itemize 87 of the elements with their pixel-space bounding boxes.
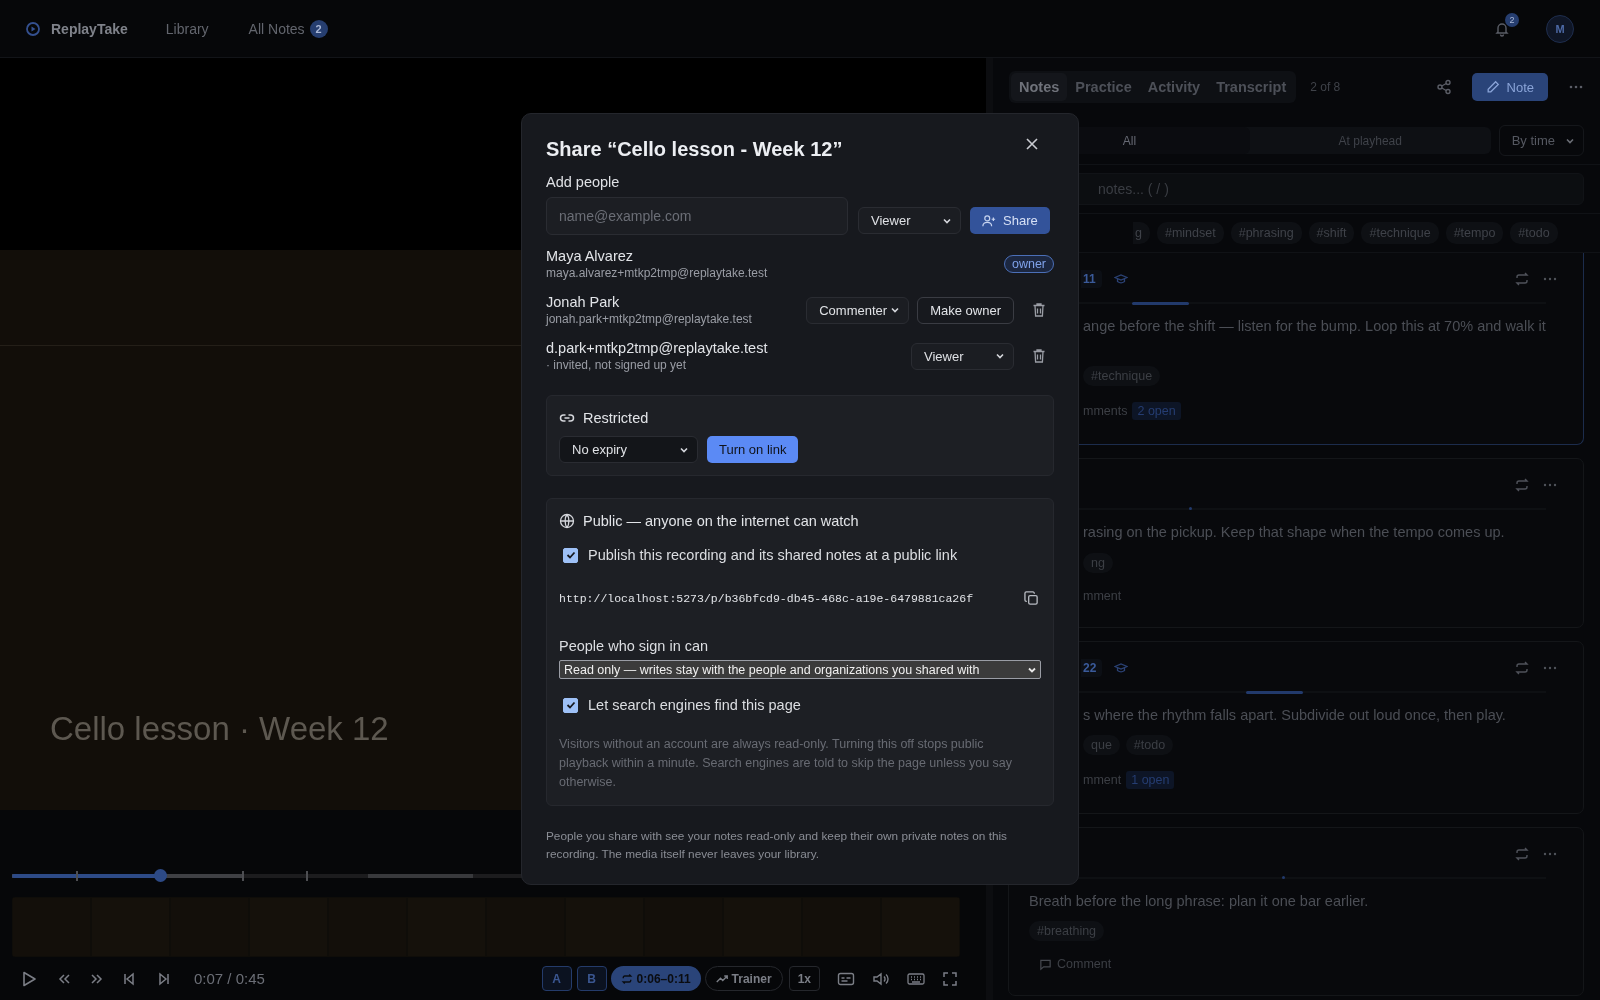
checkbox-label: Publish this recording and its shared notes at a public link xyxy=(588,547,958,563)
volume-icon[interactable] xyxy=(872,970,890,987)
checkbox-label: Let search engines find this page xyxy=(588,697,801,713)
bell-icon[interactable] xyxy=(1494,20,1510,37)
invite-status: · invited, not signed up yet xyxy=(546,358,688,372)
point-marker xyxy=(1189,507,1193,511)
range-marker xyxy=(1132,302,1190,305)
notification-badge: 2 xyxy=(1505,12,1519,27)
nav-link[interactable]: Library xyxy=(165,20,209,37)
play-logo-icon xyxy=(25,20,41,37)
keyboard-icon[interactable] xyxy=(907,970,925,987)
turn-on-link-button[interactable]: Turn on link xyxy=(707,436,799,463)
trend-icon xyxy=(715,972,728,985)
person-name: Maya Alvarez xyxy=(546,248,635,264)
tab[interactable]: Activity xyxy=(1139,73,1209,101)
comments-link[interactable]: mment xyxy=(1083,772,1122,787)
timestamp[interactable]: 22 xyxy=(1081,658,1103,677)
person-name: Jonah Park xyxy=(546,294,621,310)
share-icon[interactable] xyxy=(1435,79,1452,95)
public-url: http://localhost:5273/p/b36bfcd9-db45-468c-a19e-6479881ca26f xyxy=(559,592,974,605)
note-text: ange before the shift — listen for the bump. Loop this at 70% and walk it xyxy=(1083,317,1547,336)
repeat-icon[interactable] xyxy=(1514,845,1530,862)
pencil-icon xyxy=(1485,80,1500,94)
person-email: maya.alvarez+mtkp2tmp@replaytake.test xyxy=(546,266,769,280)
checkbox[interactable] xyxy=(563,697,578,713)
role-select[interactable]: Commenter xyxy=(806,296,910,324)
count-badge: 2 xyxy=(309,19,328,38)
checkmark-icon xyxy=(565,550,576,560)
new-note-button[interactable]: Note xyxy=(1471,73,1548,101)
sort-select[interactable]: By time xyxy=(1498,125,1584,156)
loop-end-button[interactable]: B xyxy=(576,966,607,991)
copy-icon[interactable] xyxy=(1024,591,1039,606)
checkmark-icon xyxy=(565,700,576,710)
field-label: People who sign in can xyxy=(559,638,710,654)
trash-icon[interactable] xyxy=(1032,302,1046,318)
comments-link[interactable]: mments xyxy=(1083,404,1128,419)
loop-start-button[interactable]: A xyxy=(541,966,572,991)
app-name[interactable]: ReplayTake xyxy=(51,20,128,37)
comments-link[interactable]: mment xyxy=(1083,588,1122,603)
section-label: Add people xyxy=(546,174,621,190)
owner-badge: owner xyxy=(1003,255,1054,273)
role-select[interactable]: Viewer xyxy=(858,207,961,234)
chevron-down-icon xyxy=(890,305,901,315)
timestamp[interactable]: 11 xyxy=(1081,270,1102,288)
public-title: Public — anyone on the internet can watch xyxy=(583,513,859,529)
seek-thumb[interactable] xyxy=(153,869,167,882)
open-count-badge: 1 open xyxy=(1126,770,1175,789)
fullscreen-icon[interactable] xyxy=(942,970,958,987)
repeat-icon[interactable] xyxy=(1514,271,1530,287)
repeat-icon[interactable] xyxy=(1514,659,1530,676)
note-text: s where the rhythm falls apart. Subdivide out loud once, then play. xyxy=(1083,705,1507,725)
open-count-badge: 2 open xyxy=(1132,402,1181,421)
person-email: jonah.park+mtkp2tmp@replaytake.test xyxy=(546,312,753,326)
note-text: rasing on the pickup. Keep that shape when the tempo comes up. xyxy=(1083,523,1506,543)
checkbox[interactable] xyxy=(563,547,578,563)
add-person-icon xyxy=(982,213,996,228)
comments-link[interactable]: Comment xyxy=(1057,957,1112,972)
make-owner-button[interactable]: Make owner xyxy=(917,296,1014,324)
globe-icon xyxy=(559,513,575,529)
invited-email: d.park+mtkp2tmp@replaytake.test xyxy=(546,340,769,356)
note-text: Breath before the long phrase: plan it one bar earlier. xyxy=(1029,891,1370,911)
chevron-down-icon xyxy=(995,351,1005,361)
permission-select[interactable]: Read only — writes stay with the people and organizations you shared with xyxy=(559,660,1041,679)
note-counter: 2 of 8 xyxy=(1310,80,1341,94)
dialog-title: Share “Cello lesson - Week 12” xyxy=(546,138,844,161)
avatar[interactable]: M xyxy=(1546,14,1574,43)
loop-range-button[interactable]: 0:06–0:11 xyxy=(610,966,701,991)
expiry-select[interactable]: No expiry xyxy=(559,436,698,463)
captions-icon[interactable] xyxy=(837,970,855,987)
range-marker xyxy=(1246,690,1303,694)
role-select[interactable]: Viewer xyxy=(911,342,1014,370)
link-status: Restricted xyxy=(583,410,649,426)
tab[interactable]: Practice xyxy=(1067,73,1140,101)
footer-text: People you share with see your notes read-only and keep their own private notes on this recording. The media itself never leaves your library. xyxy=(546,828,1008,863)
tab[interactable]: Transcript xyxy=(1208,73,1295,101)
speed-button[interactable]: 1x xyxy=(788,966,820,991)
share-button[interactable]: Share xyxy=(970,207,1050,234)
repeat-icon xyxy=(620,972,633,985)
playback-time: 0:07 / 0:45 xyxy=(194,970,265,987)
tab[interactable]: Notes xyxy=(1011,73,1068,101)
close-icon xyxy=(1026,138,1038,150)
nav-link[interactable]: All Notes 2 xyxy=(248,19,328,38)
trash-icon[interactable] xyxy=(1032,348,1046,364)
video-title: Cello lesson · Week 12 xyxy=(50,710,389,748)
repeat-icon[interactable] xyxy=(1514,477,1530,494)
point-marker xyxy=(1282,875,1286,879)
email-field[interactable]: name@example.com xyxy=(546,197,848,235)
